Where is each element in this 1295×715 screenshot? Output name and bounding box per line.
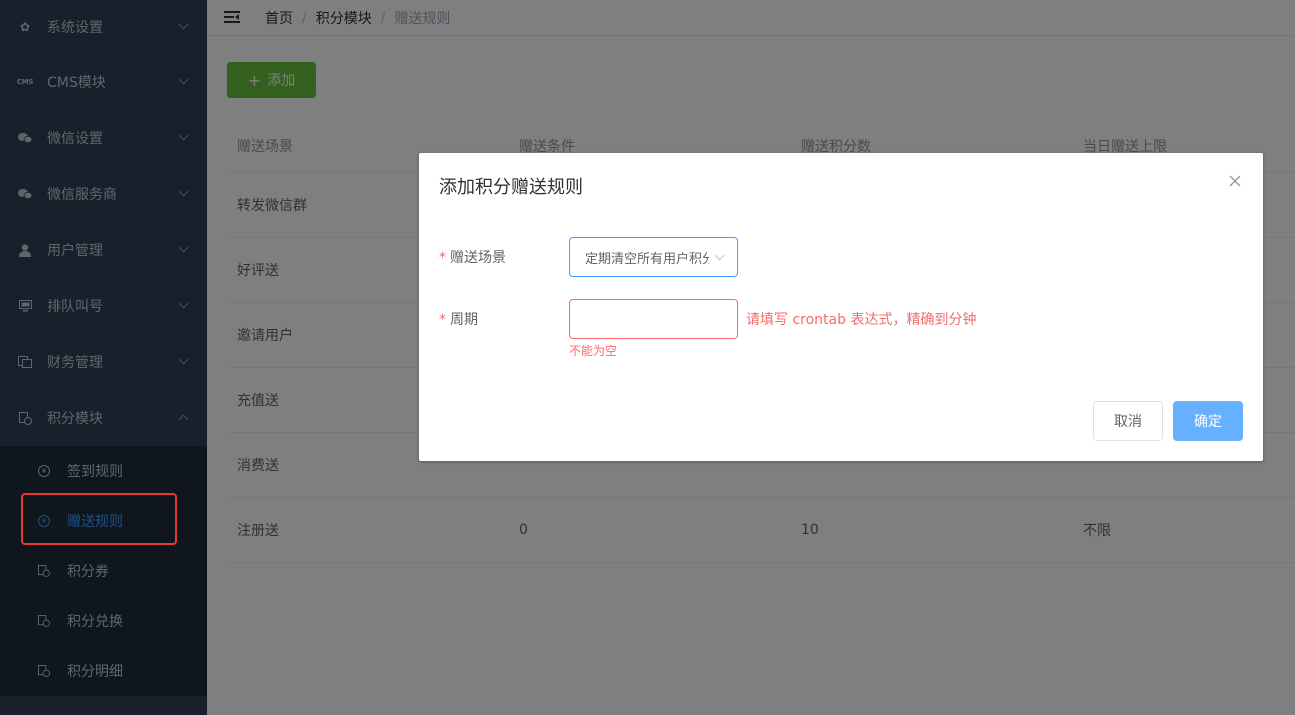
form-row-period: * 周期 请填写 crontab 表达式，精确到分钟 <box>439 299 976 339</box>
scene-select[interactable]: 定期清空所有用户积分 <box>569 237 738 277</box>
chevron-down-icon <box>714 250 725 261</box>
form-row-scene: * 赠送场景 定期清空所有用户积分 <box>439 237 738 277</box>
confirm-button[interactable]: 确定 <box>1173 401 1243 441</box>
period-hint: 请填写 crontab 表达式，精确到分钟 <box>746 312 977 328</box>
period-error: 不能为空 <box>569 344 618 358</box>
add-rule-dialog: 添加积分赠送规则 * 赠送场景 定期清空所有用户积分 * 周期 请填写 cronta… <box>419 153 1263 461</box>
period-label-text: 周期 <box>450 312 478 328</box>
close-icon[interactable] <box>1227 173 1243 189</box>
scene-label: * 赠送场景 <box>439 247 569 267</box>
period-input[interactable] <box>569 299 738 339</box>
dialog-title: 添加积分赠送规则 <box>439 177 583 198</box>
scene-label-text: 赠送场景 <box>450 250 506 266</box>
required-mark: * <box>439 312 446 328</box>
scene-select-value: 定期清空所有用户积分 <box>585 251 709 267</box>
required-mark: * <box>439 250 446 266</box>
period-label: * 周期 <box>439 309 569 329</box>
cancel-button[interactable]: 取消 <box>1093 401 1163 441</box>
